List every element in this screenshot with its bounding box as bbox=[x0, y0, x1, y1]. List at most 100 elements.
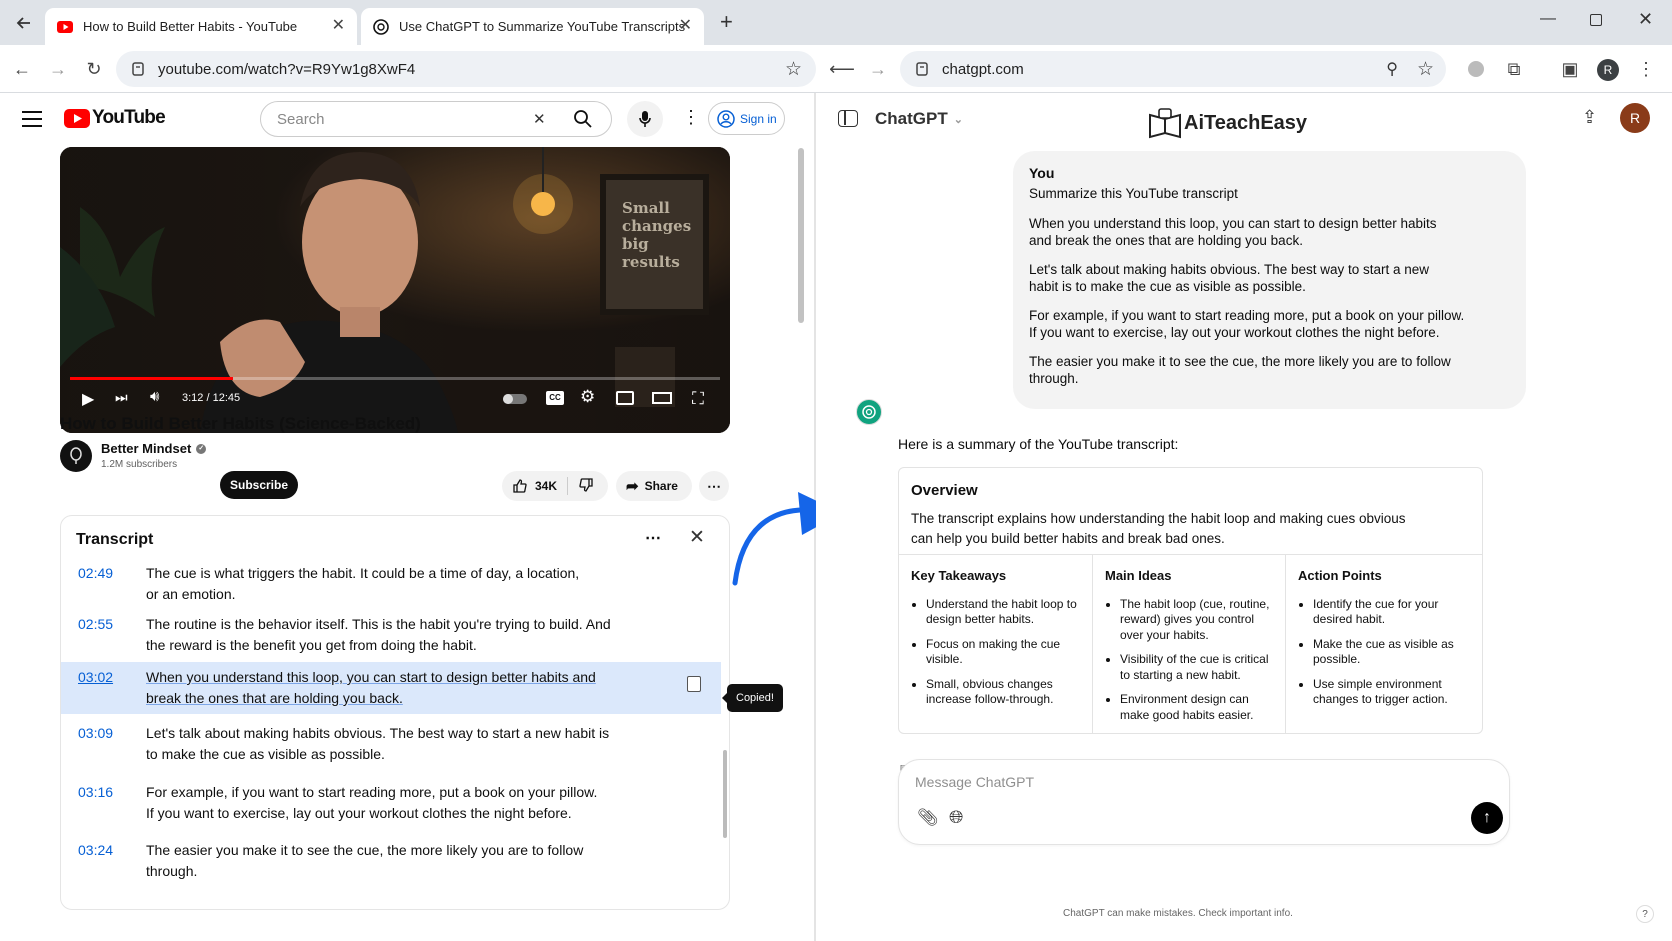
fullscreen-icon[interactable]: ⛶ bbox=[692, 389, 704, 409]
puzzle-extensions-icon[interactable]: ⧉ bbox=[1502, 57, 1526, 81]
transcript-close-icon[interactable]: ✕ bbox=[689, 526, 705, 549]
segment-timestamp[interactable]: 03:16 bbox=[78, 782, 113, 803]
restore-icon[interactable] bbox=[1590, 14, 1602, 26]
extension-icon[interactable] bbox=[1468, 61, 1484, 77]
dislike-button[interactable] bbox=[568, 477, 604, 496]
segment-timestamp[interactable]: 02:49 bbox=[78, 563, 113, 584]
send-button[interactable]: ↑ bbox=[1471, 802, 1503, 834]
video-player[interactable]: Small changes big results ▶ ⏭ 🔊︎ 3:12 / … bbox=[60, 147, 730, 433]
close-tab-icon[interactable]: ✕ bbox=[679, 18, 692, 34]
back-icon[interactable]: ← bbox=[10, 57, 34, 81]
segment-timestamp[interactable]: 02:55 bbox=[78, 614, 113, 635]
channel-name[interactable]: Better Mindset ✓ bbox=[101, 441, 207, 456]
left-url-text: youtube.com/watch?v=R9Yw1g8XwF4 bbox=[158, 60, 416, 78]
model-selector[interactable]: ChatGPT ⌄ bbox=[875, 109, 963, 129]
clear-search-icon[interactable]: ✕ bbox=[533, 110, 546, 128]
message-composer[interactable]: Message ChatGPT 📎︎ 🌐︎ ↑ bbox=[898, 759, 1510, 845]
verified-check-icon: ✓ bbox=[196, 443, 207, 454]
column-item: Small, obvious changes increase follow-t… bbox=[926, 677, 1092, 708]
youtube-logo[interactable]: YouTube bbox=[64, 107, 166, 129]
browser-menu-icon[interactable]: ⋮ bbox=[1634, 57, 1658, 81]
settings-gear-icon[interactable]: ⚙ bbox=[580, 387, 595, 407]
profile-avatar[interactable]: R bbox=[1597, 59, 1619, 81]
segment-timestamp[interactable]: 03:02 bbox=[78, 667, 113, 688]
share-upload-icon[interactable]: ⇪ bbox=[1582, 107, 1597, 128]
zoom-icon[interactable]: ⚲ bbox=[1386, 59, 1398, 79]
share-button[interactable]: ➦ Share bbox=[616, 471, 692, 501]
disclaimer-text: ChatGPT can make mistakes. Check importa… bbox=[1063, 908, 1293, 919]
tab-chatgpt[interactable]: Use ChatGPT to Summarize YouTube Transcr… bbox=[361, 8, 704, 45]
autoplay-toggle[interactable] bbox=[503, 394, 527, 404]
miniplayer-icon[interactable] bbox=[616, 391, 634, 405]
column-item: Visibility of the cue is critical to sta… bbox=[1120, 652, 1275, 683]
transcript-segment[interactable]: 02:55 The routine is the behavior itself… bbox=[61, 612, 721, 658]
search-button[interactable] bbox=[555, 101, 611, 137]
settings-kebab-icon[interactable]: ⋮ bbox=[682, 107, 700, 128]
new-tab-button[interactable]: + bbox=[720, 11, 733, 33]
chatgpt-favicon-icon bbox=[373, 18, 389, 35]
message-paragraph: When you understand this loop, you can s… bbox=[1029, 216, 1437, 248]
transcript-segment-highlighted[interactable]: 03:02 When you understand this loop, you… bbox=[61, 662, 721, 714]
transcript-scrollbar[interactable] bbox=[723, 750, 727, 838]
model-name: ChatGPT bbox=[875, 109, 948, 128]
column-item: Understand the habit loop to design bett… bbox=[926, 597, 1092, 628]
back-icon-right[interactable]: ⟵ bbox=[829, 57, 855, 81]
share-label: Share bbox=[644, 479, 678, 493]
like-count: 34K bbox=[535, 479, 558, 493]
video-progress-track[interactable] bbox=[70, 377, 720, 380]
segment-timestamp[interactable]: 03:09 bbox=[78, 723, 113, 744]
minimize-icon[interactable]: — bbox=[1540, 10, 1556, 28]
back-tab-button[interactable] bbox=[10, 9, 38, 37]
transcript-segment[interactable]: 03:09 Let's talk about making habits obv… bbox=[61, 721, 721, 767]
video-progress-fill bbox=[70, 377, 233, 380]
close-tab-icon[interactable]: ✕ bbox=[332, 18, 345, 34]
user-avatar[interactable]: R bbox=[1620, 103, 1650, 133]
left-address-bar[interactable]: youtube.com/watch?v=R9Yw1g8XwF4 ☆ bbox=[116, 51, 816, 87]
sign-in-label: Sign in bbox=[740, 111, 777, 126]
voice-search-button[interactable] bbox=[627, 101, 663, 137]
tab-youtube-title: How to Build Better Habits - YouTube bbox=[83, 19, 298, 34]
segment-text: For example, if you want to start readin… bbox=[146, 784, 598, 821]
sidebar-toggle-icon[interactable] bbox=[838, 110, 858, 127]
like-button[interactable]: 34K bbox=[502, 477, 569, 495]
bookmark-star-icon[interactable]: ☆ bbox=[785, 58, 802, 81]
message-input[interactable]: Message ChatGPT bbox=[915, 774, 1034, 790]
hamburger-menu-icon[interactable] bbox=[22, 111, 42, 127]
reload-icon[interactable]: ↻ bbox=[82, 57, 106, 81]
transcript-segment[interactable]: 03:16 For example, if you want to start … bbox=[61, 780, 721, 826]
web-search-globe-icon[interactable]: 🌐︎ bbox=[949, 807, 963, 828]
volume-icon[interactable]: 🔊︎ bbox=[150, 388, 159, 405]
segment-timestamp[interactable]: 03:24 bbox=[78, 840, 113, 861]
transcript-segment[interactable]: 03:24 The easier you make it to see the … bbox=[61, 838, 721, 884]
arrow-left-icon bbox=[16, 17, 30, 29]
message-paragraph: For example, if you want to start readin… bbox=[1029, 308, 1465, 340]
tab-chatgpt-title: Use ChatGPT to Summarize YouTube Transcr… bbox=[399, 19, 686, 34]
thumbs-down-icon bbox=[579, 477, 593, 492]
next-button[interactable]: ⏭ bbox=[115, 389, 128, 406]
side-panel-icon[interactable]: ▣ bbox=[1558, 57, 1582, 81]
right-address-bar[interactable]: chatgpt.com ⚲ ☆ bbox=[900, 51, 1446, 87]
forward-icon-right[interactable]: → bbox=[866, 57, 890, 81]
help-button[interactable]: ? bbox=[1636, 905, 1654, 923]
tooltip-pointer bbox=[722, 693, 727, 703]
segment-text: The routine is the behavior itself. This… bbox=[146, 616, 611, 653]
channel-name-text: Better Mindset bbox=[101, 441, 192, 456]
forward-icon[interactable]: → bbox=[46, 57, 70, 81]
tab-youtube[interactable]: How to Build Better Habits - YouTube ✕ bbox=[45, 8, 357, 45]
poster-text: Small changes big results bbox=[622, 199, 692, 271]
subscribe-button[interactable]: Subscribe bbox=[220, 471, 298, 499]
scrollbar-thumb[interactable] bbox=[798, 148, 804, 323]
segment-text: Let's talk about making habits obvious. … bbox=[146, 725, 610, 762]
channel-avatar[interactable] bbox=[60, 440, 92, 472]
copy-icon[interactable] bbox=[687, 676, 701, 692]
transcript-more-icon[interactable]: ⋯ bbox=[645, 528, 661, 548]
window-close-icon[interactable]: ✕ bbox=[1638, 9, 1653, 30]
bookmark-star-icon[interactable]: ☆ bbox=[1417, 58, 1434, 81]
attach-paperclip-icon[interactable]: 📎︎ bbox=[917, 808, 939, 828]
transcript-segment[interactable]: 02:49 The cue is what triggers the habit… bbox=[61, 561, 721, 607]
captions-icon[interactable]: CC bbox=[546, 391, 564, 405]
chevron-down-icon: ⌄ bbox=[953, 113, 963, 126]
theater-mode-icon[interactable] bbox=[652, 392, 672, 404]
play-button[interactable]: ▶ bbox=[82, 389, 94, 409]
sign-in-button[interactable]: Sign in bbox=[708, 102, 785, 135]
